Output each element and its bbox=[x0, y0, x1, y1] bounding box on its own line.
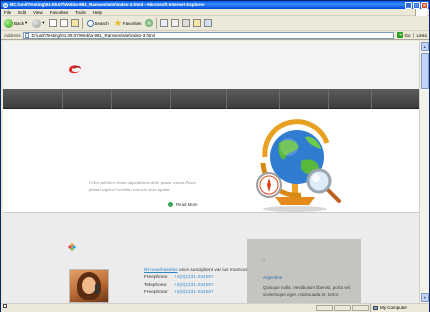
security-zone: My Computer bbox=[370, 304, 426, 312]
nav-divider bbox=[328, 89, 329, 109]
back-button[interactable]: Back ▾ bbox=[3, 18, 28, 29]
contact-label: Telephone: bbox=[144, 282, 168, 288]
site-header bbox=[3, 41, 419, 89]
side-category[interactable]: Argentine bbox=[263, 275, 282, 280]
contact-label: Freephone: bbox=[144, 289, 169, 295]
status-bar: My Computer bbox=[1, 303, 429, 312]
zone-label: My Computer bbox=[380, 305, 408, 310]
address-bar: Address D:\unit\Testing\01.09.07\Web\a-9… bbox=[1, 31, 429, 40]
toolbar-separator bbox=[81, 17, 83, 29]
minimize-button[interactable]: _ bbox=[405, 1, 412, 9]
back-arrow-icon bbox=[4, 18, 13, 28]
address-label: Address bbox=[4, 32, 21, 38]
side-panel: Argentine Quisque nulla. Vestibulum libe… bbox=[247, 239, 361, 303]
nav-divider bbox=[279, 89, 280, 109]
computer-icon bbox=[373, 306, 378, 310]
window-title: BC:\unit\Testing\01.09.07\Web\a-981_Rams… bbox=[10, 2, 205, 7]
forward-arrow-icon bbox=[32, 18, 42, 28]
page-status-icon bbox=[3, 304, 7, 308]
favorites-button[interactable]: ★ Favorites bbox=[113, 18, 143, 29]
toolbar-separator bbox=[156, 17, 158, 29]
browser-window: BC:\unit\Testing\01.09.07\Web\a-981_Rams… bbox=[0, 0, 430, 312]
star-icon: ★ bbox=[113, 17, 122, 28]
status-cell bbox=[316, 305, 333, 311]
contact-value: +4(0)1231-234567 bbox=[174, 289, 214, 295]
address-url: D:\unit\Testing\01.09.07\Web\a-981_Ramse… bbox=[31, 32, 155, 38]
close-button[interactable]: × bbox=[421, 1, 428, 9]
contact-label: Freephone: bbox=[144, 275, 169, 281]
chevron-down-icon[interactable]: ▾ bbox=[25, 20, 27, 26]
edit-icon[interactable] bbox=[182, 19, 191, 27]
menu-help[interactable]: Help bbox=[93, 9, 102, 15]
toolbar: Back ▾ ▾ Search ★ Favorites bbox=[1, 16, 429, 31]
nav-divider bbox=[111, 89, 112, 109]
back-label: Back bbox=[14, 20, 25, 26]
contact-row: Freephone: +4(0)1231-234567 bbox=[144, 274, 254, 281]
scroll-up-icon[interactable]: ▲ bbox=[420, 42, 429, 51]
contact-intro-text: usce suscipitent var ius mumcus. bbox=[177, 268, 250, 273]
contact-photo bbox=[69, 269, 109, 303]
read-more-label: Read More bbox=[176, 202, 198, 207]
go-arrow-icon: ➜ bbox=[397, 32, 404, 38]
contact-value: +4(0)1231-234567 bbox=[174, 275, 214, 281]
read-more-link[interactable]: Read More bbox=[168, 202, 198, 207]
forward-button[interactable]: ▾ bbox=[31, 18, 45, 29]
menu-tools[interactable]: Tools bbox=[75, 9, 86, 15]
menu-file[interactable]: File bbox=[4, 9, 11, 15]
phone-icon bbox=[95, 284, 99, 294]
contact-info: Ilit maurhaselus usce suscipitent var iu… bbox=[144, 267, 254, 296]
nav-divider bbox=[62, 89, 63, 109]
status-cell bbox=[352, 305, 369, 311]
ie-icon bbox=[3, 2, 8, 8]
windows-logo-icon bbox=[415, 9, 427, 16]
globe-illustration bbox=[256, 119, 341, 212]
search-button[interactable]: Search bbox=[86, 18, 110, 29]
go-button[interactable]: ➜ Go bbox=[394, 32, 413, 38]
print-icon[interactable] bbox=[171, 19, 180, 27]
folder-icon[interactable] bbox=[193, 19, 202, 27]
site-logo[interactable] bbox=[67, 63, 83, 74]
title-bar: BC:\unit\Testing\01.09.07\Web\a-981_Rams… bbox=[1, 1, 429, 9]
menu-favorites[interactable]: Favorites bbox=[50, 9, 69, 15]
nav-divider bbox=[226, 89, 227, 109]
search-label: Search bbox=[94, 20, 109, 26]
contact-name-link[interactable]: Ilit maurhaselus bbox=[144, 268, 178, 273]
side-text: Quisque nulla. Vestibulum libenist, port… bbox=[263, 285, 352, 298]
menu-edit[interactable]: Edit bbox=[18, 9, 26, 15]
nav-divider bbox=[371, 89, 372, 109]
contact-value: +4(0)1231-234567 bbox=[174, 282, 214, 288]
scroll-thumb[interactable] bbox=[420, 53, 429, 89]
contact-row: Freephone: +4(0)1231-234567 bbox=[144, 289, 254, 296]
home-icon[interactable] bbox=[70, 19, 79, 27]
search-icon bbox=[86, 19, 94, 27]
status-cell bbox=[334, 305, 351, 311]
history-icon[interactable] bbox=[145, 19, 154, 27]
nav-divider bbox=[170, 89, 171, 109]
scroll-down-icon[interactable]: ▼ bbox=[420, 293, 429, 302]
chevron-down-icon[interactable]: ▾ bbox=[42, 20, 44, 26]
site-nav-bar bbox=[3, 89, 419, 109]
menu-view[interactable]: View bbox=[33, 9, 43, 15]
links-button[interactable]: Links bbox=[413, 32, 429, 38]
menu-bar: File Edit View Favorites Tools Help bbox=[1, 9, 429, 16]
hero-text: Celen adolore elatet ulquoditreto dolo i… bbox=[89, 180, 197, 192]
favorites-label: Favorites bbox=[122, 20, 142, 26]
vertical-scrollbar[interactable]: ▲ ▼ bbox=[419, 41, 429, 303]
address-input[interactable]: D:\unit\Testing\01.09.07\Web\a-981_Ramse… bbox=[22, 31, 395, 39]
messenger-icon[interactable] bbox=[204, 19, 213, 27]
mail-icon[interactable] bbox=[160, 19, 169, 27]
page-viewport: Celen adolore elatet ulquoditreto dolo i… bbox=[3, 41, 419, 303]
contact-intro: Ilit maurhaselus usce suscipitent var iu… bbox=[144, 267, 254, 274]
maximize-button[interactable]: □ bbox=[413, 1, 420, 9]
stop-icon[interactable] bbox=[48, 19, 57, 27]
arrow-icon bbox=[168, 202, 173, 207]
hero-section: Celen adolore elatet ulquoditreto dolo i… bbox=[3, 109, 419, 213]
flower-icon bbox=[68, 243, 76, 251]
go-label: Go bbox=[404, 32, 411, 38]
refresh-icon[interactable] bbox=[59, 19, 68, 27]
page-icon bbox=[25, 33, 30, 38]
bullet-icon bbox=[262, 258, 265, 261]
contact-row: Telephone: +4(0)1231-234567 bbox=[144, 282, 254, 289]
